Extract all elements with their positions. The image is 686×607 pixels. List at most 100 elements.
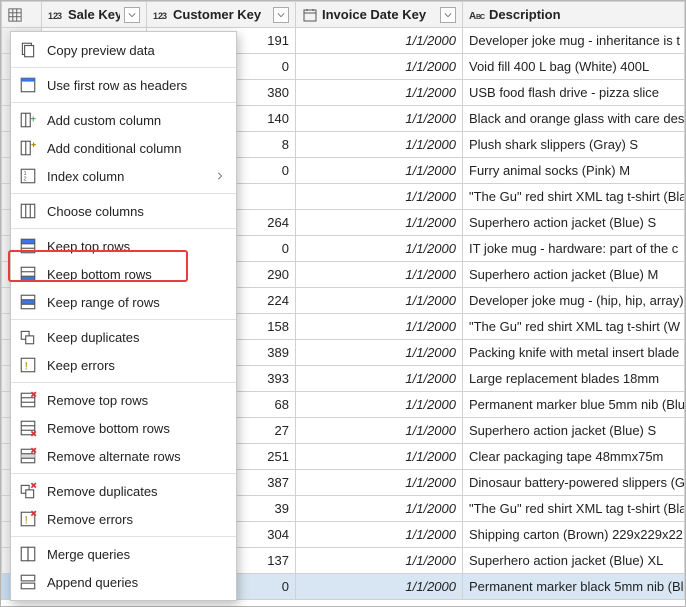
cell-description[interactable]: Plush shark slippers (Gray) S [463,132,685,158]
conditional-column-icon [19,139,37,157]
cell-description[interactable]: Developer joke mug - inheritance is t [463,28,685,54]
cell-invoice[interactable]: 1/1/2000 [296,80,463,106]
cell-description[interactable]: Superhero action jacket (Blue) S [463,210,685,236]
menu-add-cond-col[interactable]: Add conditional column [11,134,236,162]
col-header-description[interactable]: ABC Description [463,2,685,28]
remove-errors-icon: ! [19,510,37,528]
filter-dropdown[interactable] [273,7,289,23]
cell-invoice[interactable]: 1/1/2000 [296,288,463,314]
cell-description[interactable]: Permanent marker blue 5mm nib (Blu [463,392,685,418]
cell-invoice[interactable]: 1/1/2000 [296,392,463,418]
cell-description[interactable]: Void fill 400 L bag (White) 400L [463,54,685,80]
cell-invoice[interactable]: 1/1/2000 [296,548,463,574]
cell-description[interactable]: Black and orange glass with care des [463,106,685,132]
menu-add-custom-col[interactable]: +Add custom column [11,106,236,134]
submenu-arrow-icon [216,172,226,180]
remove-top-icon [19,391,37,409]
menu-keep-err[interactable]: !Keep errors [11,351,236,379]
menu-merge-q[interactable]: Merge queries [11,540,236,568]
cell-invoice[interactable]: 1/1/2000 [296,54,463,80]
menu-use-first-row[interactable]: Use first row as headers [11,71,236,99]
menu-keep-dup[interactable]: Keep duplicates [11,323,236,351]
cell-description[interactable]: Developer joke mug - (hip, hip, array) [463,288,685,314]
keep-errors-icon: ! [19,356,37,374]
keep-top-icon [19,237,37,255]
cell-description[interactable]: USB food flash drive - pizza slice [463,80,685,106]
cell-description[interactable]: Packing knife with metal insert blade [463,340,685,366]
menu-remove-alt[interactable]: Remove alternate rows [11,442,236,470]
cell-invoice[interactable]: 1/1/2000 [296,366,463,392]
table-corner[interactable] [2,2,42,28]
svg-text:3: 3 [57,11,62,21]
headers-icon [19,76,37,94]
cell-invoice[interactable]: 1/1/2000 [296,444,463,470]
append-icon [19,573,37,591]
cell-description[interactable]: "The Gu" red shirt XML tag t-shirt (Bla [463,184,685,210]
keep-bottom-icon [19,265,37,283]
cell-invoice[interactable]: 1/1/2000 [296,418,463,444]
cell-description[interactable]: Clear packaging tape 48mmx75m [463,444,685,470]
cell-description[interactable]: Shipping carton (Brown) 229x229x22 [463,522,685,548]
col-header-sale[interactable]: 123 Sale Key [42,2,147,28]
col-header-invoice[interactable]: Invoice Date Key [296,2,463,28]
cell-invoice[interactable]: 1/1/2000 [296,132,463,158]
svg-text:C: C [480,14,485,21]
menu-remove-dup[interactable]: Remove duplicates [11,477,236,505]
cell-description[interactable]: Superhero action jacket (Blue) M [463,262,685,288]
svg-text:2: 2 [24,177,27,183]
add-column-icon: + [19,111,37,129]
cell-description[interactable]: "The Gu" red shirt XML tag t-shirt (W [463,314,685,340]
cell-invoice[interactable]: 1/1/2000 [296,158,463,184]
menu-keep-range[interactable]: Keep range of rows [11,288,236,316]
col-label: Sale Key [68,7,120,22]
menu-keep-top[interactable]: Keep top rows [11,232,236,260]
cell-description[interactable]: Dinosaur battery-powered slippers (G [463,470,685,496]
menu-keep-bottom[interactable]: Keep bottom rows [11,260,236,288]
merge-icon [19,545,37,563]
number-type-icon: 123 [48,7,64,23]
cell-invoice[interactable]: 1/1/2000 [296,522,463,548]
svg-text:!: ! [25,515,28,527]
cell-invoice[interactable]: 1/1/2000 [296,470,463,496]
cell-description[interactable]: Superhero action jacket (Blue) XL [463,548,685,574]
copy-icon [19,41,37,59]
cell-invoice[interactable]: 1/1/2000 [296,28,463,54]
cell-description[interactable]: Superhero action jacket (Blue) S [463,418,685,444]
cell-invoice[interactable]: 1/1/2000 [296,184,463,210]
cell-invoice[interactable]: 1/1/2000 [296,496,463,522]
table-icon[interactable] [8,8,35,22]
cell-description[interactable]: Furry animal socks (Pink) M [463,158,685,184]
filter-dropdown[interactable] [124,7,140,23]
cell-invoice[interactable]: 1/1/2000 [296,106,463,132]
remove-duplicates-icon [19,482,37,500]
keep-range-icon [19,293,37,311]
cell-description[interactable]: Permanent marker black 5mm nib (Bl [463,574,685,600]
choose-columns-icon [19,202,37,220]
cell-description[interactable]: IT joke mug - hardware: part of the c [463,236,685,262]
col-label: Invoice Date Key [322,7,436,22]
cell-invoice[interactable]: 1/1/2000 [296,236,463,262]
index-column-icon: 12 [19,167,37,185]
cell-invoice[interactable]: 1/1/2000 [296,340,463,366]
remove-bottom-icon [19,419,37,437]
text-type-icon: ABC [469,7,485,23]
svg-text:3: 3 [162,11,167,21]
cell-invoice[interactable]: 1/1/2000 [296,314,463,340]
col-label: Customer Key [173,7,269,22]
cell-invoice[interactable]: 1/1/2000 [296,574,463,600]
cell-invoice[interactable]: 1/1/2000 [296,210,463,236]
filter-dropdown[interactable] [440,7,456,23]
cell-invoice[interactable]: 1/1/2000 [296,262,463,288]
menu-remove-bottom[interactable]: Remove bottom rows [11,414,236,442]
menu-remove-top[interactable]: Remove top rows [11,386,236,414]
col-label: Description [489,7,678,22]
col-header-customer[interactable]: 123 Customer Key [147,2,296,28]
menu-append-q[interactable]: Append queries [11,568,236,596]
svg-text:+: + [30,114,36,125]
menu-choose-cols[interactable]: Choose columns [11,197,236,225]
menu-copy-preview[interactable]: Copy preview data [11,36,236,64]
cell-description[interactable]: "The Gu" red shirt XML tag t-shirt (Bla [463,496,685,522]
menu-index-col[interactable]: 12Index column [11,162,236,190]
menu-remove-err[interactable]: !Remove errors [11,505,236,533]
cell-description[interactable]: Large replacement blades 18mm [463,366,685,392]
